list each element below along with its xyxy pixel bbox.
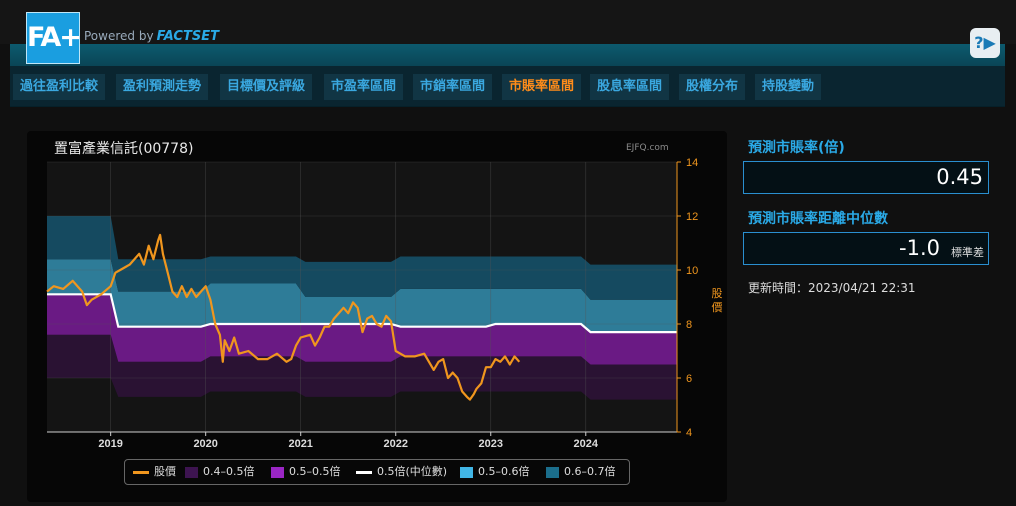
legend-swatch-price — [133, 470, 149, 474]
x-tick-label: 2021 — [288, 438, 312, 450]
legend-swatch-band-04-05 — [185, 466, 198, 478]
legend-item-band-05-06[interactable]: 0.5–0.6倍 — [460, 460, 530, 484]
pb-distance-unit: 標準差 — [951, 246, 984, 259]
y-tick-label: 14 — [686, 157, 698, 169]
legend-swatch-median — [356, 470, 372, 474]
forecast-pb-label: 預測市賬率(倍) — [748, 140, 845, 156]
legend-swatch-band-06-07 — [546, 466, 559, 478]
forecast-pb-box: 0.45 — [743, 161, 989, 194]
legend-item-band-06-07[interactable]: 0.6–0.7倍 — [546, 460, 616, 484]
legend-label-band-04-05: 0.4–0.5倍 — [203, 465, 255, 478]
legend-swatch-band-05-06 — [460, 466, 473, 478]
legend-label-band-05-05: 0.5–0.5倍 — [289, 465, 341, 478]
y-tick-label: 12 — [686, 211, 698, 223]
legend-item-band-04-05[interactable]: 0.4–0.5倍 — [185, 460, 255, 484]
x-tick-label: 2019 — [98, 438, 122, 450]
legend-item-median[interactable]: 0.5倍(中位數) — [356, 460, 447, 484]
chart-legend: 股價 0.4–0.5倍 0.5–0.5倍 0.5倍(中位數) 0.5–0.6倍 … — [124, 459, 630, 485]
forecast-pb-value: 0.45 — [936, 165, 983, 189]
pb-distance-label: 預測市賬率距離中位數 — [748, 211, 888, 227]
legend-label-median: 0.5倍(中位數) — [377, 465, 448, 478]
y-tick-label: 10 — [686, 265, 698, 277]
x-tick-label: 2023 — [479, 438, 503, 450]
pb-distance-box: -1.0 標準差 — [743, 232, 989, 265]
y-tick-label: 8 — [686, 319, 692, 331]
y-tick-label: 6 — [686, 373, 692, 385]
pb-distance-value: -1.0 — [899, 236, 940, 260]
y-tick-label: 4 — [686, 427, 692, 439]
legend-label-band-05-06: 0.5–0.6倍 — [478, 465, 530, 478]
updated-time: 更新時間：2023/04/21 22:31 — [748, 281, 916, 295]
y-axis-label-char: 股 — [712, 287, 723, 300]
x-tick-label: 2022 — [383, 438, 407, 450]
legend-label-band-06-07: 0.6–0.7倍 — [564, 465, 616, 478]
legend-item-band-05-05[interactable]: 0.5–0.5倍 — [271, 460, 341, 484]
legend-item-price[interactable]: 股價 — [133, 460, 176, 484]
legend-label-price: 股價 — [154, 465, 176, 478]
x-tick-label: 2024 — [574, 438, 599, 450]
y-axis-label-char: 價 — [712, 300, 723, 314]
x-tick-label: 2020 — [193, 438, 217, 450]
legend-swatch-band-05-05 — [271, 466, 284, 478]
